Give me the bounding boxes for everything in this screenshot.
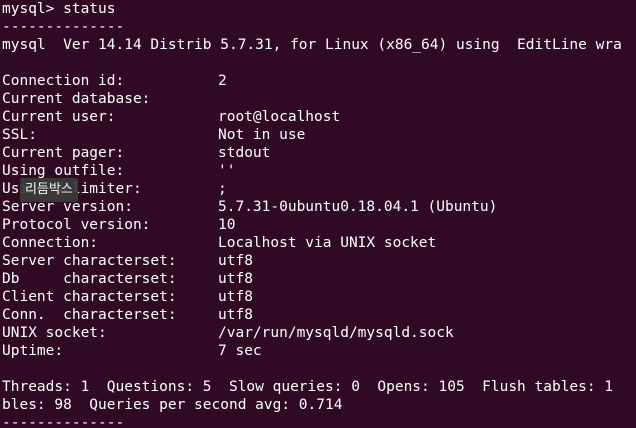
- mysql-prompt: mysql>: [2, 1, 64, 17]
- command-line: mysql> status: [2, 0, 636, 18]
- separator-bottom: --------------: [2, 415, 125, 428]
- status-row-connection-id: Connection id: 2: [2, 72, 636, 90]
- status-value: 2: [218, 73, 227, 89]
- status-key: Uptime:: [2, 343, 64, 359]
- status-row-client-characterset: Client characterset: utf8: [2, 288, 636, 306]
- status-key: Protocol version:: [2, 217, 151, 233]
- status-value: utf8: [218, 307, 253, 323]
- status-value: ;: [218, 181, 227, 197]
- status-key: Connection id:: [2, 73, 125, 89]
- entered-command: status: [63, 1, 116, 17]
- separator-top: --------------: [2, 19, 125, 35]
- status-row-server-version: Server version: 5.7.31-0ubuntu0.18.04.1 (…: [2, 198, 636, 216]
- status-value: 7 sec: [218, 343, 262, 359]
- status-value: 5.7.31-0ubuntu0.18.04.1 (Ubuntu): [218, 199, 498, 215]
- status-row-conn-characterset: Conn. characterset: utf8: [2, 306, 636, 324]
- status-row-unix-socket: UNIX socket: /var/run/mysqld/mysqld.sock: [2, 324, 636, 342]
- status-value: 10: [218, 217, 236, 233]
- status-key: Conn. characterset:: [2, 307, 177, 323]
- status-value: root@localhost: [218, 109, 341, 125]
- status-key: Server characterset:: [2, 253, 177, 269]
- status-value: /var/run/mysqld/mysqld.sock: [218, 325, 454, 341]
- status-row-db-characterset: Db characterset: utf8: [2, 270, 636, 288]
- terminal-window[interactable]: mysql> status -------------- mysql Ver 1…: [2, 0, 636, 428]
- status-row-ssl: SSL: Not in use: [2, 126, 636, 144]
- status-value: '': [218, 163, 236, 179]
- status-row-current-database: Current database:: [2, 90, 636, 108]
- status-value: utf8: [218, 253, 253, 269]
- status-row-uptime: Uptime: 7 sec: [2, 342, 636, 360]
- app-tooltip: 리듬박스: [20, 178, 78, 202]
- status-key: Db characterset:: [2, 271, 177, 287]
- status-row-using-delimiter: Using delimiter:;: [2, 180, 636, 198]
- status-key: Connection:: [2, 235, 99, 251]
- status-key: Current user:: [2, 109, 116, 125]
- status-value: stdout: [218, 145, 271, 161]
- status-key: Current database:: [2, 91, 151, 107]
- status-key: UNIX socket:: [2, 325, 107, 341]
- stats-line: Threads: 1 Questions: 5 Slow queries: 0 …: [2, 379, 614, 395]
- status-key: SSL:: [2, 127, 37, 143]
- status-key: Current pager:: [2, 145, 125, 161]
- status-key: Client characterset:: [2, 289, 177, 305]
- status-value: utf8: [218, 289, 253, 305]
- status-value: Localhost via UNIX socket: [218, 235, 437, 251]
- status-row-current-user: Current user: root@localhost: [2, 108, 636, 126]
- status-row-server-characterset: Server characterset: utf8: [2, 252, 636, 270]
- status-row-connection: Connection: Localhost via UNIX socket: [2, 234, 636, 252]
- status-row-protocol-version: Protocol version: 10: [2, 216, 636, 234]
- status-row-using-outfile: Using outfile: '': [2, 162, 636, 180]
- status-value: Not in use: [218, 127, 306, 143]
- status-row-current-pager: Current pager: stdout: [2, 144, 636, 162]
- stats-line-wrapped: bles: 98 Queries per second avg: 0.714: [2, 397, 343, 413]
- status-value: utf8: [218, 271, 253, 287]
- version-line: mysql Ver 14.14 Distrib 5.7.31, for Linu…: [2, 37, 622, 53]
